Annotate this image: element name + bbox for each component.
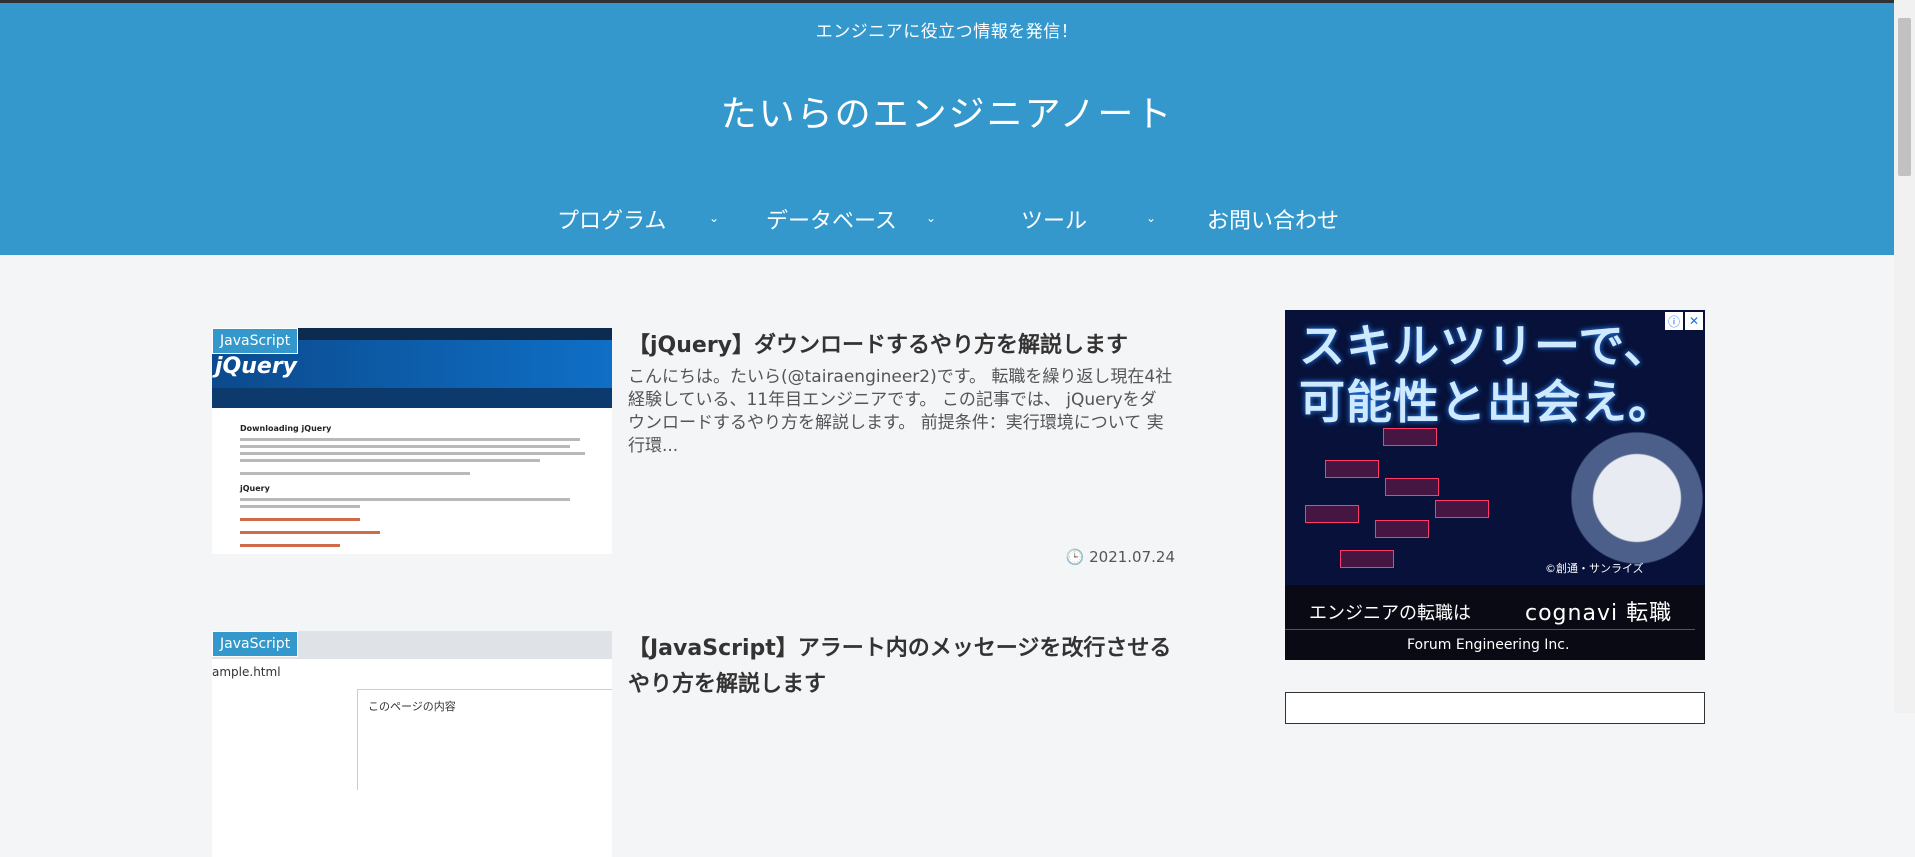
ad-skill-node <box>1383 428 1437 446</box>
nav-item-contact[interactable]: お問い合わせ <box>1207 201 1339 237</box>
scrollbar-thumb[interactable] <box>1898 18 1911 176</box>
ad-skill-node <box>1435 500 1489 518</box>
ad-skill-node <box>1340 550 1394 568</box>
scrollbar[interactable] <box>1894 0 1915 713</box>
category-badge[interactable]: JavaScript <box>212 328 299 354</box>
thumb-filename: ample.html <box>212 665 281 679</box>
ad-brand-logo: cognavi 転職 <box>1525 601 1673 626</box>
nav-item-tools[interactable]: ツール ⌄ <box>1021 201 1156 237</box>
thumb-panel-text: このページの内容 <box>368 700 456 713</box>
site-header: エンジニアに役立つ情報を発信！ たいらのエンジニアノート プログラム ⌄ データ… <box>0 3 1894 255</box>
nav-item-label: お問い合わせ <box>1207 209 1340 234</box>
post-date-text: 2021.07.24 <box>1089 548 1175 566</box>
thumb-text-line <box>240 472 470 475</box>
thumb-text-line <box>240 452 585 455</box>
sidebar-widget <box>1285 692 1705 724</box>
ad-tagline: エンジニアの転職は <box>1309 603 1471 624</box>
nav-item-label: ツール <box>1021 209 1088 234</box>
category-badge[interactable]: JavaScript <box>212 631 299 657</box>
thumb-link-line <box>240 531 380 534</box>
chevron-down-icon: ⌄ <box>926 211 937 225</box>
site-tagline: エンジニアに役立つ情報を発信！ <box>815 22 1079 42</box>
post-card[interactable]: JavaScript jQuery Downloading jQuery jQu… <box>212 328 1175 566</box>
ad-copyright: ©創通・サンライズ <box>1545 562 1644 575</box>
thumb-link-line <box>240 518 360 521</box>
post-card[interactable]: JavaScript ample.html このページの内容 【JavaScri… <box>212 631 1178 857</box>
nav-item-label: データベース <box>766 209 897 234</box>
ad-skill-node <box>1325 460 1379 478</box>
ad-skill-node <box>1385 478 1439 496</box>
thumb-navbar <box>212 388 612 408</box>
thumb-text-line <box>240 498 570 501</box>
thumb-text-line <box>240 505 360 508</box>
thumb-heading: Downloading jQuery <box>240 424 332 433</box>
close-icon[interactable]: ✕ <box>1685 312 1703 330</box>
post-thumbnail[interactable]: JavaScript jQuery Downloading jQuery jQu… <box>212 328 612 554</box>
info-icon[interactable]: ⓘ <box>1665 312 1683 330</box>
clock-icon: 🕒 <box>1065 548 1085 566</box>
post-thumbnail[interactable]: JavaScript ample.html このページの内容 <box>212 631 612 857</box>
ad-controls: ⓘ ✕ <box>1665 312 1703 330</box>
ad-footer: エンジニアの転職は cognavi 転職 Forum Engineering I… <box>1285 585 1705 660</box>
ad-company: Forum Engineering Inc. <box>1407 637 1570 653</box>
nav-item-database[interactable]: データベース ⌄ <box>766 201 936 237</box>
post-title[interactable]: 【JavaScript】アラート内のメッセージを改行させるやり方を解説します <box>628 631 1178 703</box>
nav-item-label: プログラム <box>557 209 667 234</box>
ad-divider <box>1285 629 1695 630</box>
post-title[interactable]: 【jQuery】ダウンロードするやり方を解説します <box>628 328 1168 364</box>
thumb-panel: このページの内容 <box>357 689 612 790</box>
thumb-subheading: jQuery <box>240 484 270 493</box>
chevron-down-icon: ⌄ <box>709 211 720 225</box>
main-nav: プログラム ⌄ データベース ⌄ ツール ⌄ お問い合わせ <box>0 201 1894 237</box>
thumb-text-line <box>240 438 580 441</box>
thumb-link-line <box>240 544 340 547</box>
post-date: 🕒 2021.07.24 <box>1066 548 1175 566</box>
sidebar-ad[interactable]: ⓘ ✕ スキルツリーで、可能性と出会え。 ©創通・サンライズ エンジニアの転職は… <box>1285 310 1705 660</box>
ad-skill-node <box>1305 505 1359 523</box>
nav-item-program[interactable]: プログラム ⌄ <box>557 201 719 237</box>
ad-headline: スキルツリーで、可能性と出会え。 <box>1299 319 1675 429</box>
post-excerpt: こんにちは。たいら(@tairaengineer2)です。 転職を繰り返し現在4… <box>628 367 1173 456</box>
thumb-text-line <box>240 459 540 462</box>
thumb-text-line <box>240 445 570 448</box>
ad-skill-node <box>1375 520 1429 538</box>
site-title[interactable]: たいらのエンジニアノート <box>0 85 1894 137</box>
chevron-down-icon: ⌄ <box>1146 211 1157 225</box>
jquery-logo: jQuery <box>215 354 298 379</box>
